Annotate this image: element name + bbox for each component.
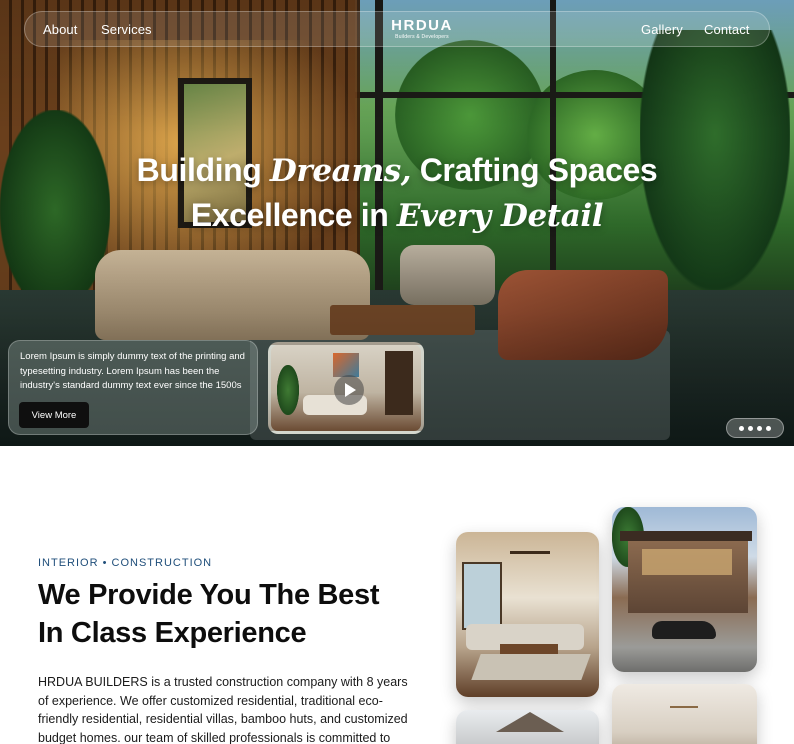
nav-link-gallery[interactable]: Gallery <box>641 22 683 37</box>
interior-living-room-photo <box>456 532 599 697</box>
nav-link-about[interactable]: About <box>43 22 77 37</box>
video-thumbnail[interactable] <box>268 342 424 434</box>
interior-ceiling-photo <box>612 684 757 744</box>
section-title: We Provide You The Best In Class Experie… <box>38 579 380 649</box>
nav-link-services[interactable]: Services <box>101 22 152 37</box>
play-button[interactable] <box>334 375 364 405</box>
brand-logo[interactable]: HRDUA Builders & Developers <box>386 18 458 41</box>
hero-headline-line-2: Excellence in Every Detail <box>190 197 604 234</box>
hero-info-card: Lorem Ipsum is simply dummy text of the … <box>8 340 258 435</box>
play-icon <box>345 383 356 397</box>
hero-section: About Services HRDUA Builders & Develope… <box>0 0 794 446</box>
hero-headline-line-1: Building Dreams, Crafting Spaces <box>136 152 658 189</box>
hero-info-text: Lorem Ipsum is simply dummy text of the … <box>20 351 245 391</box>
brand-tagline: Builders & Developers <box>395 34 449 40</box>
house-exterior-photo <box>456 710 599 744</box>
section-body-text: HRDUA BUILDERS is a trusted construction… <box>38 675 408 744</box>
brand-name: HRDUA <box>391 17 453 34</box>
top-navbar: About Services HRDUA Builders & Develope… <box>24 11 770 47</box>
modern-house-photo <box>612 507 757 672</box>
view-more-button[interactable]: View More <box>19 402 89 428</box>
section-eyebrow: INTERIOR • CONSTRUCTION <box>38 557 213 569</box>
more-dots-icon[interactable] <box>726 418 784 438</box>
hero-headline: Building Dreams, Crafting Spaces Excelle… <box>0 148 794 238</box>
nav-link-contact[interactable]: Contact <box>704 22 750 37</box>
